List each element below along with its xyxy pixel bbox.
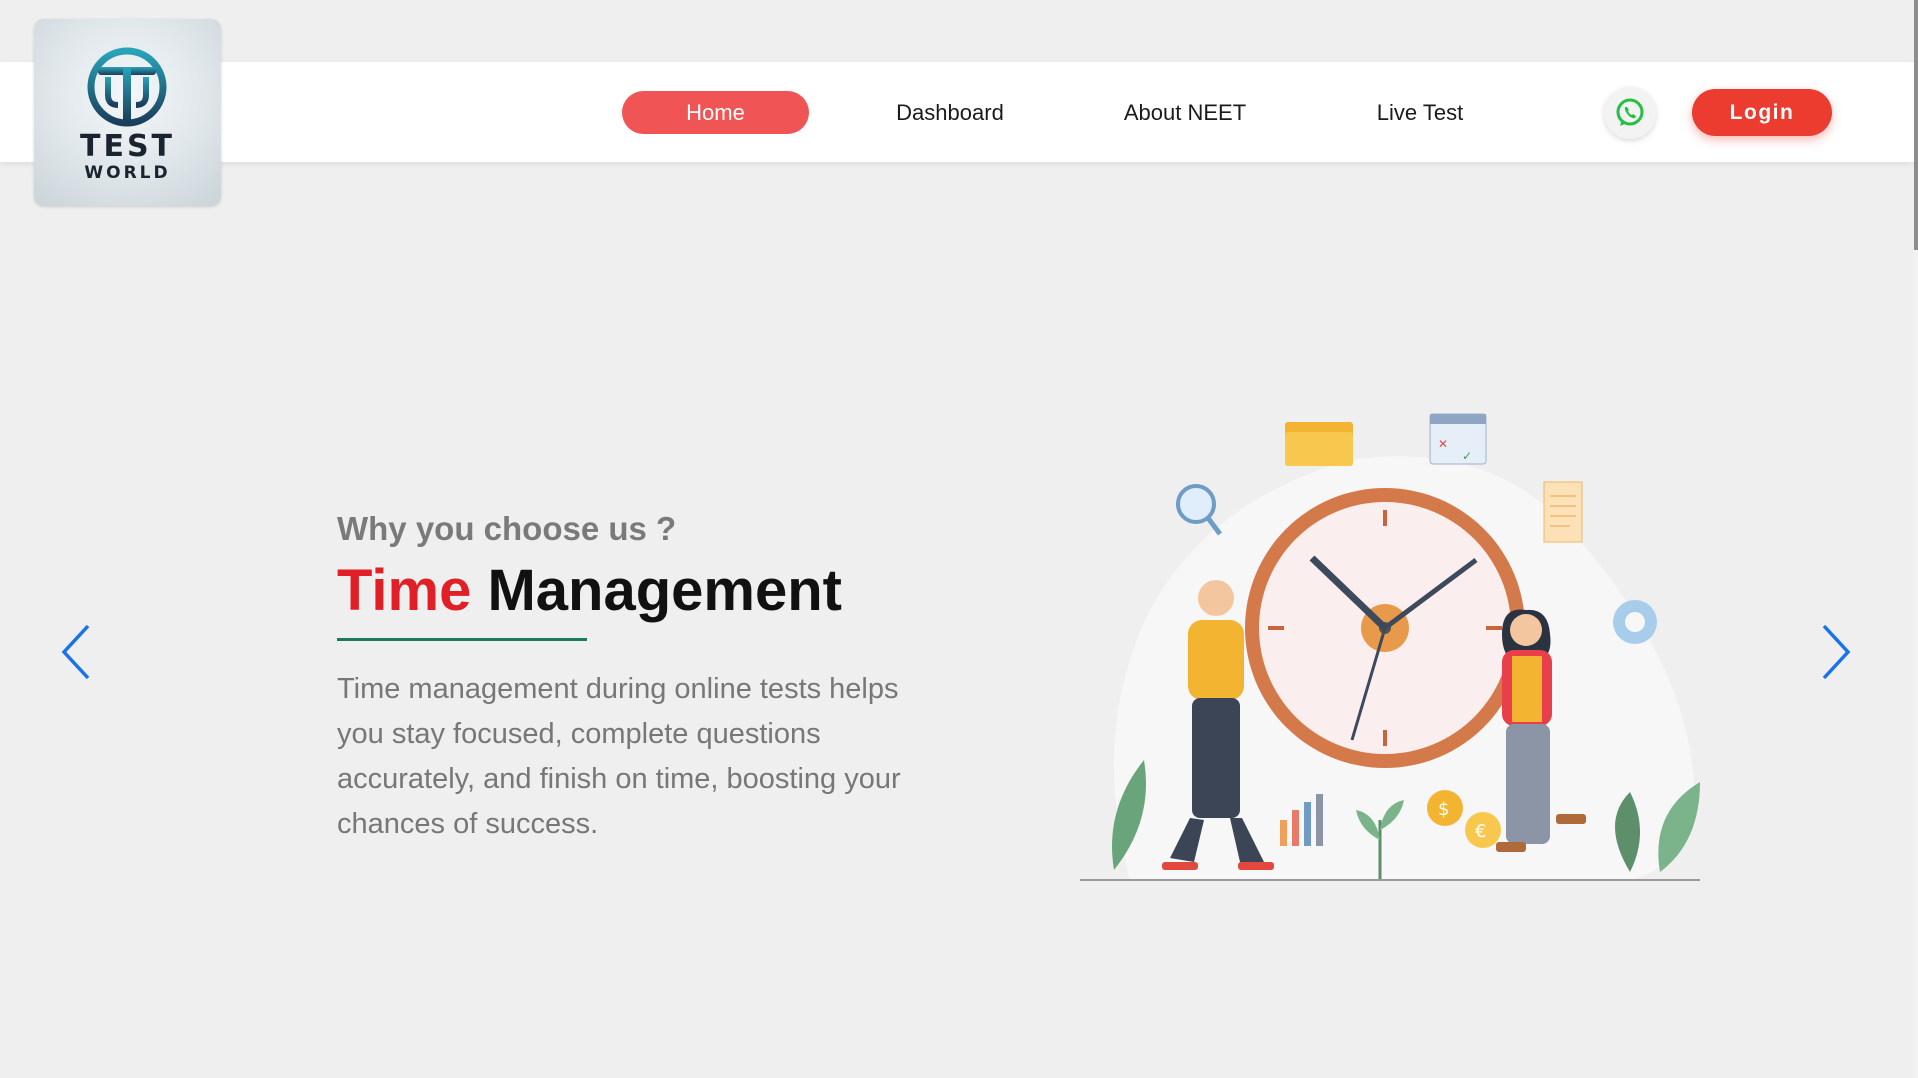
whatsapp-icon <box>1616 98 1644 126</box>
magnifier-icon <box>1176 484 1222 536</box>
hero-eyebrow: Why you choose us ? <box>337 510 677 547</box>
hero-description: Time management during online tests help… <box>337 673 901 840</box>
svg-text:$: $ <box>1438 799 1449 820</box>
scrollbar-thumb[interactable] <box>1914 0 1918 250</box>
test-world-logo[interactable]: TEST WORLD <box>34 19 221 206</box>
nav-home-link[interactable]: Home <box>622 91 809 134</box>
headline-accent: Time <box>337 558 472 623</box>
login-button[interactable]: Login <box>1692 89 1832 136</box>
gear-icon <box>1613 600 1657 644</box>
nav-dashboard-link[interactable]: Dashboard <box>880 91 1020 134</box>
chevron-right-icon <box>1822 624 1851 680</box>
svg-text:✓: ✓ <box>1462 449 1472 463</box>
logo-text-world: WORLD <box>84 163 171 183</box>
time-management-illustration: ✕ ✓ $ € <box>1080 413 1700 881</box>
calendar-icon: ✕ ✓ <box>1429 413 1487 465</box>
nav-about-neet-link[interactable]: About NEET <box>1110 91 1260 134</box>
clock-icon <box>1245 488 1525 768</box>
hero-headline: Time Management <box>337 557 842 624</box>
chevron-left-icon <box>61 624 90 680</box>
carousel-prev-button[interactable] <box>58 622 94 687</box>
headline-underline <box>337 638 587 641</box>
carousel-next-button[interactable] <box>1818 622 1854 687</box>
document-icon <box>1543 481 1583 543</box>
svg-text:€: € <box>1475 821 1486 842</box>
page-scrollbar[interactable] <box>1914 0 1918 1078</box>
nav-live-test-link[interactable]: Live Test <box>1360 91 1480 134</box>
headline-rest: Management <box>471 558 842 623</box>
whatsapp-button[interactable] <box>1604 87 1656 139</box>
logo-text-test: TEST <box>79 129 176 164</box>
svg-text:✕: ✕ <box>1438 437 1448 451</box>
logo-mark-icon <box>87 47 167 127</box>
